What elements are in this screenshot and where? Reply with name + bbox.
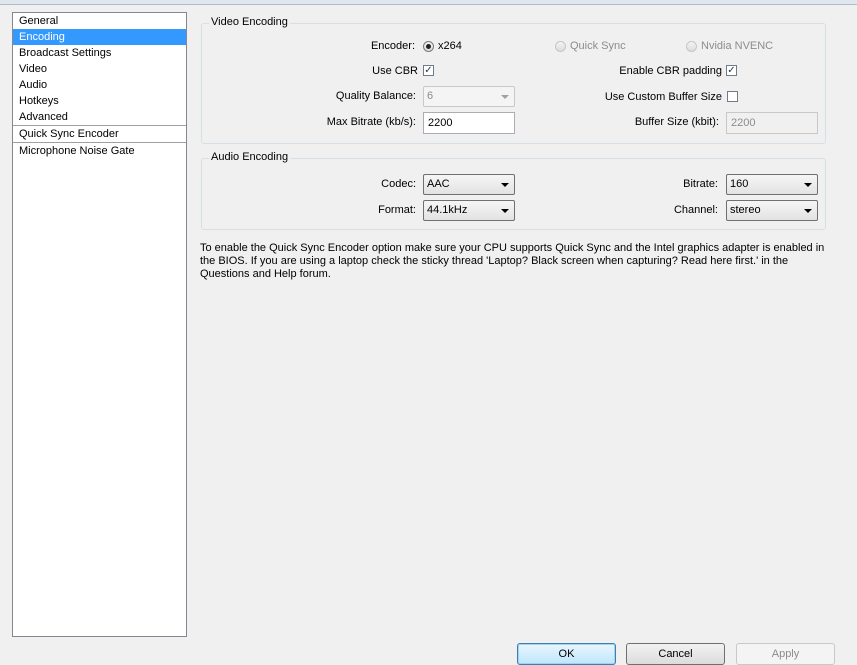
format-label: Format: [378,204,416,216]
apply-button[interactable]: Apply [736,643,835,665]
encoder-option-nvenc[interactable]: Nvidia NVENC [686,40,773,52]
use-cbr-checkbox[interactable]: ✓ [423,65,434,76]
quality-balance-label: Quality Balance: [335,90,416,102]
encoder-option-x264[interactable]: x264 [423,40,462,52]
video-encoding-title: Video Encoding [209,16,290,28]
chevron-down-icon [501,209,509,213]
sidebar-item-broadcast-settings[interactable]: Broadcast Settings [13,45,186,61]
encoder-option-x264-label: x264 [438,40,462,52]
radio-quick-sync[interactable] [555,40,566,52]
sidebar-item-encoding[interactable]: Encoding [13,29,186,45]
window-top-edge [0,0,857,5]
channel-label: Channel: [673,204,718,216]
max-bitrate-input[interactable]: 2200 [423,112,515,134]
channel-value: stereo [730,204,761,216]
cbr-padding-checkbox[interactable]: ✓ [726,65,737,76]
custom-buffer-label: Use Custom Buffer Size [604,91,722,103]
use-cbr-label: Use CBR [372,65,418,77]
sidebar-item-microphone-noise-gate[interactable]: Microphone Noise Gate [13,143,186,159]
buffer-size-label: Buffer Size (kbit): [634,116,719,128]
max-bitrate-label: Max Bitrate (kb/s): [326,116,416,128]
chevron-down-icon [501,183,509,187]
encoder-option-nvenc-label: Nvidia NVENC [701,40,774,52]
sidebar-item-hotkeys[interactable]: Hotkeys [13,93,186,109]
sidebar-item-video[interactable]: Video [13,61,186,77]
encoder-option-quick-sync-label: Quick Sync [570,40,626,52]
cancel-button[interactable]: Cancel [626,643,725,665]
quick-sync-info-text: To enable the Quick Sync Encoder option … [200,242,825,280]
sidebar-item-quick-sync-encoder[interactable]: Quick Sync Encoder [13,126,186,142]
quality-balance-value: 6 [427,90,434,102]
buffer-size-input[interactable]: 2200 [726,112,818,134]
audio-encoding-title: Audio Encoding [209,151,291,163]
quality-balance-select[interactable]: 6 [423,86,515,107]
channel-select[interactable]: stereo [726,200,818,221]
radio-x264[interactable] [423,40,434,52]
codec-label: Codec: [381,178,416,190]
sidebar-item-advanced[interactable]: Advanced [13,109,186,125]
sidebar-item-general[interactable]: General [13,13,186,29]
format-select[interactable]: 44.1kHz [423,200,515,221]
bitrate-select[interactable]: 160 [726,174,818,195]
settings-category-list[interactable]: General Encoding Broadcast Settings Vide… [12,12,187,637]
sidebar-item-audio[interactable]: Audio [13,77,186,93]
encoder-label: Encoder: [370,40,415,52]
radio-nvenc[interactable] [686,40,697,52]
custom-buffer-checkbox[interactable] [727,91,738,102]
encoder-option-quick-sync[interactable]: Quick Sync [555,40,626,52]
codec-select[interactable]: AAC [423,174,515,195]
ok-button[interactable]: OK [517,643,616,665]
format-value: 44.1kHz [427,204,468,216]
chevron-down-icon [804,209,812,213]
chevron-down-icon [501,95,509,99]
bitrate-value: 160 [730,178,749,190]
cbr-padding-label: Enable CBR padding [619,65,722,77]
codec-value: AAC [427,178,450,190]
chevron-down-icon [804,183,812,187]
bitrate-label: Bitrate: [683,178,718,190]
